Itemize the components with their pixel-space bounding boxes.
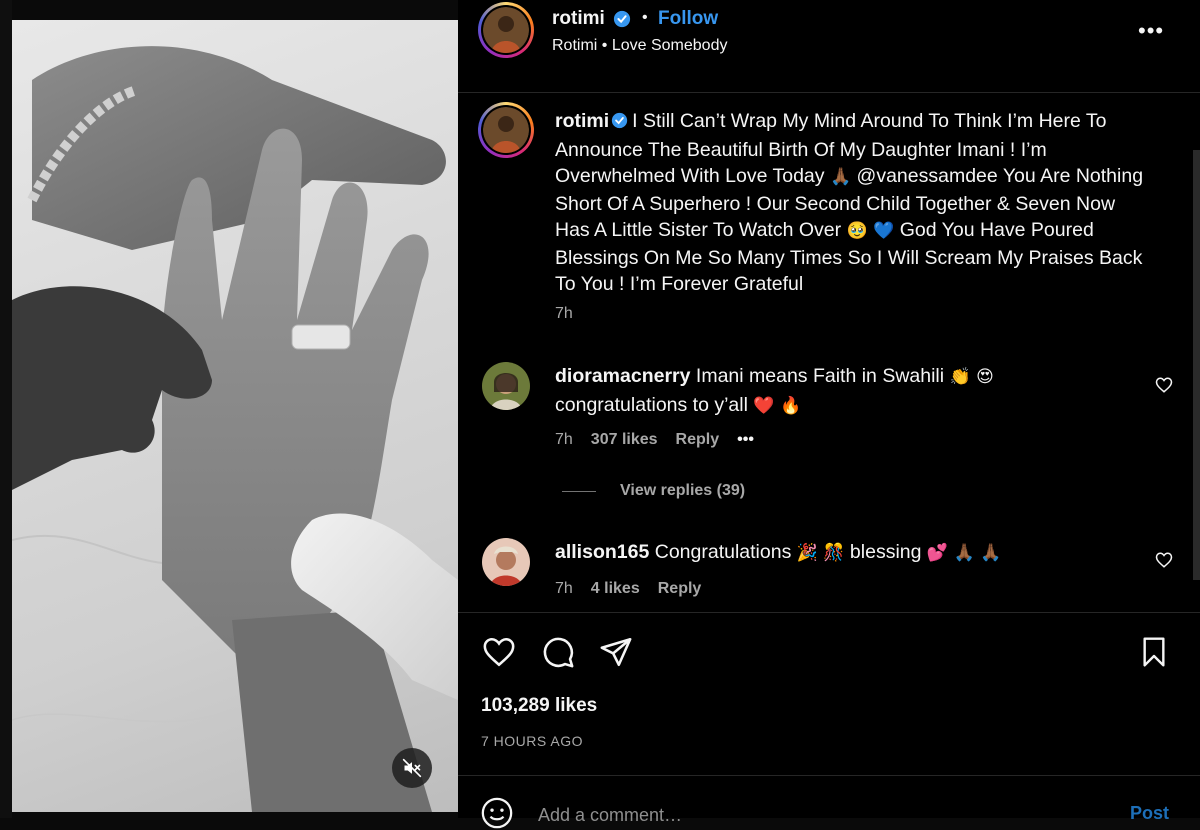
commenter-avatar-image: [482, 538, 530, 586]
comment-timestamp[interactable]: 7h: [555, 580, 573, 598]
likes-count[interactable]: 103,289 likes: [481, 695, 597, 717]
comment-input[interactable]: [538, 800, 1098, 830]
comment-text: Imani means Faith in Swahili: [695, 365, 945, 387]
commenter-avatar[interactable]: [482, 362, 530, 410]
praying-hands-emoji: 🙏🏾: [829, 167, 852, 187]
caption-mention-link[interactable]: @vanessamdee: [857, 165, 998, 187]
audio-track-link[interactable]: Rotimi • Love Somebody: [552, 37, 727, 55]
comment-like-heart-icon[interactable]: [1155, 376, 1173, 394]
comment-body: dioramacnerry Imani means Faith in Swahi…: [555, 362, 1155, 420]
right-edge-scroll-strip: [1193, 150, 1200, 580]
comment-likes[interactable]: 307 likes: [591, 431, 658, 449]
comment-emojis: 🎉 🎊: [796, 543, 845, 563]
post-time-ago[interactable]: 7 HOURS AGO: [481, 733, 583, 749]
comment-text-2: blessing: [849, 541, 922, 563]
comment-reply-button[interactable]: Reply: [676, 431, 720, 449]
caption-timestamp[interactable]: 7h: [555, 305, 573, 323]
comment-body: allison165 Congratulations 🎉 🎊 blessing …: [555, 538, 1155, 567]
caption-username[interactable]: rotimi: [555, 110, 609, 132]
caption-avatar-image: [483, 107, 529, 153]
mute-toggle-button[interactable]: [392, 748, 432, 788]
comment-emojis-2: 💕 🙏🏾 🙏🏾: [926, 543, 1002, 563]
comment-more-button[interactable]: •••: [737, 431, 754, 449]
muted-speaker-icon: [402, 758, 422, 778]
more-options-button[interactable]: •••: [1138, 18, 1164, 44]
add-comment-bar: Post: [458, 775, 1200, 830]
comment-emojis-line-2: ❤️ 🔥: [753, 396, 802, 416]
caption-emojis-2: 🥹 💙: [846, 221, 895, 241]
comment-emojis: 👏 😍: [949, 367, 994, 387]
comment-likes[interactable]: 4 likes: [591, 580, 640, 598]
author-avatar[interactable]: [478, 2, 534, 58]
commenter-username[interactable]: allison165: [555, 541, 649, 563]
post-actions: 103,289 likes 7 HOURS AGO: [458, 612, 1200, 775]
comment-bubble-icon[interactable]: [540, 635, 576, 669]
replies-divider-line: [562, 490, 596, 492]
comment-timestamp[interactable]: 7h: [555, 431, 573, 449]
commenter-avatar[interactable]: [482, 538, 530, 586]
page-gutter: [0, 0, 12, 818]
verified-badge-icon: [613, 10, 631, 28]
comment-reply-button[interactable]: Reply: [658, 580, 702, 598]
comment-text: Congratulations: [654, 541, 792, 563]
comment-meta: 7h 307 likes Reply •••: [555, 431, 772, 449]
post-caption: rotimi I Still Can’t Wrap My Mind Around …: [555, 108, 1155, 298]
like-heart-icon[interactable]: [481, 635, 517, 669]
separator-dot: •: [642, 9, 648, 26]
post-detail-panel: rotimi • Follow Rotimi • Love Somebody •…: [458, 0, 1200, 830]
save-bookmark-icon[interactable]: [1138, 635, 1170, 669]
verified-badge-icon: [611, 110, 628, 137]
view-replies-button[interactable]: View replies (39): [562, 482, 745, 500]
author-username[interactable]: rotimi: [552, 8, 605, 30]
commenter-avatar-image: [482, 362, 530, 410]
post-comment-button[interactable]: Post: [1130, 803, 1169, 824]
caption-author-avatar[interactable]: [478, 102, 534, 158]
post-header: rotimi • Follow Rotimi • Love Somebody •…: [458, 0, 1200, 93]
comment-text-line-2: congratulations to y’all: [555, 394, 748, 416]
share-send-icon[interactable]: [598, 635, 634, 669]
emoji-picker-icon[interactable]: [480, 796, 514, 830]
author-avatar-image: [483, 7, 529, 53]
view-replies-label: View replies (39): [620, 482, 746, 499]
post-photo: [12, 46, 458, 812]
commenter-username[interactable]: dioramacnerry: [555, 365, 690, 387]
comment-like-heart-icon[interactable]: [1155, 551, 1173, 569]
follow-button[interactable]: Follow: [658, 8, 718, 30]
comment-meta: 7h 4 likes Reply: [555, 580, 719, 598]
post-media[interactable]: [12, 20, 458, 812]
